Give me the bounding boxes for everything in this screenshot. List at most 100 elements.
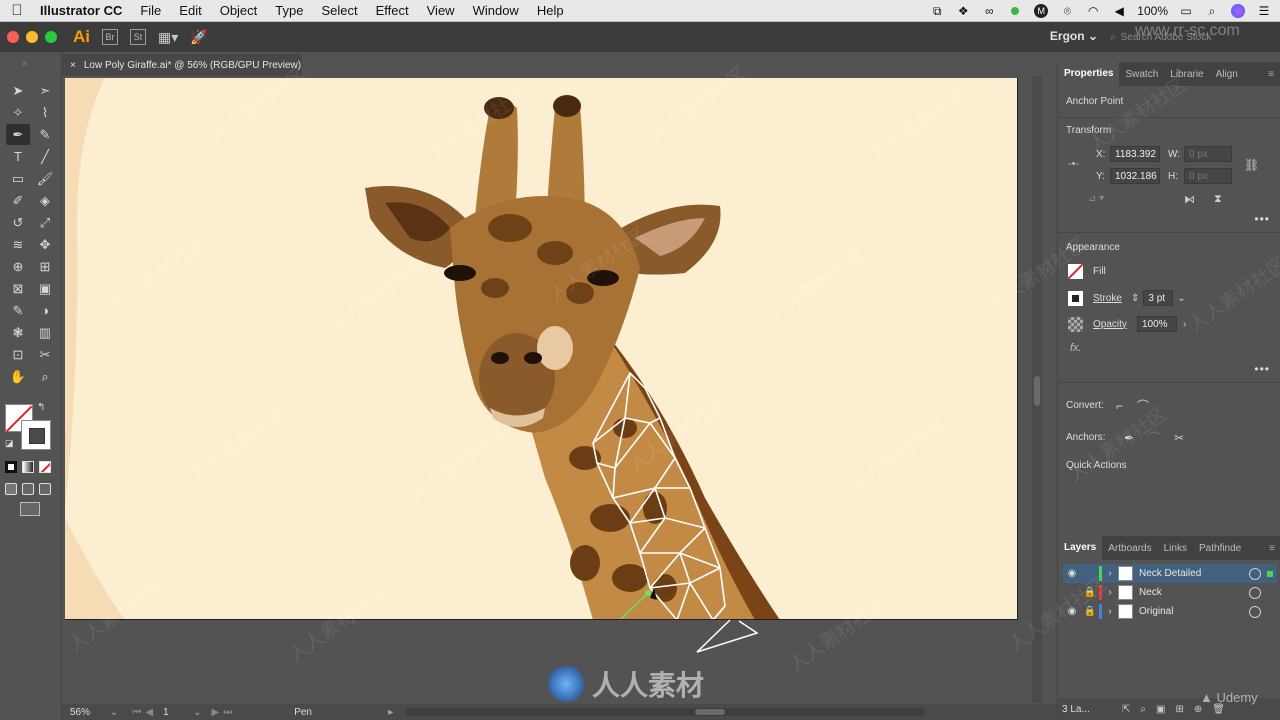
minimize-window-button[interactable] [26,31,38,43]
stroke-stepper-icon[interactable]: ⇕ [1131,293,1139,304]
clipping-mask-icon[interactable]: ▣ [1156,704,1165,715]
tab-properties[interactable]: Properties [1058,62,1120,86]
gradient-mode-icon[interactable] [22,461,34,473]
chevron-right-icon[interactable]: › [1183,319,1186,330]
color-icon[interactable] [5,461,17,473]
anchor-point[interactable] [645,590,651,596]
rotate-icon[interactable]: ↺ [6,212,30,233]
layer-row[interactable]: ◉ 🔒 › Original [1063,602,1277,621]
handle-icon[interactable]: ⌒ [1148,429,1160,446]
creative-cloud-icon[interactable]: ∞ [981,4,997,18]
search-icon[interactable]: ⌕ [1204,4,1220,18]
chevron-down-icon[interactable]: ⌄ [1177,293,1185,304]
toolbar-collapse-icon[interactable]: » [22,58,27,68]
artboard-number[interactable]: 1 [163,707,193,718]
tab-swatches[interactable]: Swatch [1119,69,1164,80]
gradient-icon[interactable]: ▣ [33,278,57,299]
convert-smooth-icon[interactable]: ⌒ [1137,397,1149,414]
menu-file[interactable]: File [131,3,170,18]
menu-select[interactable]: Select [312,3,366,18]
layers-menu-icon[interactable]: ≡ [1263,543,1280,554]
target-circle-icon[interactable] [1249,586,1261,599]
draw-inside-icon[interactable] [39,483,51,495]
scale-icon[interactable]: ⤢ [33,212,57,233]
locate-object-icon[interactable]: ⌕ [1140,704,1146,715]
vertical-scrollbar[interactable] [1032,76,1042,703]
tab-layers[interactable]: Layers [1058,536,1103,560]
menu-effect[interactable]: Effect [367,3,418,18]
eraser-icon[interactable]: ◈ [33,190,57,211]
selection-icon[interactable]: ➤ [6,80,30,101]
stroke-label[interactable]: Stroke [1093,293,1131,304]
target-circle-icon[interactable] [1249,567,1261,580]
h-field[interactable]: 0 px [1184,168,1232,184]
tab-pathfinder[interactable]: Pathfinde [1193,543,1247,554]
default-fill-stroke-icon[interactable]: ◪ [5,438,14,449]
chevron-right-icon[interactable]: › [1102,568,1118,579]
target-circle-icon[interactable] [1249,605,1261,618]
canvas-area[interactable] [62,76,1042,703]
apple-icon[interactable]:  [0,2,34,19]
swap-fill-stroke-icon[interactable]: ↰ [37,402,45,413]
slice-icon[interactable]: ✂ [33,344,57,365]
bridge-button[interactable]: Br [102,29,118,45]
mesh-icon[interactable]: ⊠ [6,278,30,299]
zoom-icon[interactable]: ⌕ [33,366,57,387]
chevron-down-icon[interactable]: ⌄ [193,707,201,718]
close-window-button[interactable] [7,31,19,43]
battery-icon[interactable]: ▭ [1178,4,1194,18]
layer-row[interactable]: 🔒 › Neck [1063,583,1277,602]
tab-align[interactable]: Align [1210,69,1244,80]
menu-help[interactable]: Help [528,3,573,18]
first-artboard-icon[interactable]: ⏮ [132,707,141,718]
fill-none-swatch[interactable] [1068,264,1083,279]
screen-record-icon[interactable]: ⧉ [929,4,945,18]
remove-anchor-icon[interactable]: ✒ [1124,431,1134,445]
opacity-field[interactable]: 100% [1137,316,1177,332]
status-dot-icon[interactable] [1007,4,1023,18]
flip-vertical-icon[interactable]: ⧗ [1214,193,1222,206]
puppet-warp-icon[interactable]: ✥ [33,234,57,255]
type-icon[interactable]: T [6,146,30,167]
menu-object[interactable]: Object [211,3,267,18]
y-field[interactable]: 1032.186 [1110,168,1160,184]
stock-button[interactable]: St [130,29,146,45]
tab-artboards[interactable]: Artboards [1102,543,1157,554]
artboard[interactable] [65,78,1018,620]
menu-app-name[interactable]: Illustrator CC [34,3,131,18]
dropbox-icon[interactable]: ❖ [955,4,971,18]
chevron-down-icon[interactable]: ⌄ [110,707,118,718]
last-artboard-icon[interactable]: ⏭ [223,707,232,718]
menu-type[interactable]: Type [266,3,312,18]
magic-wand-icon[interactable]: ✧ [6,102,30,123]
rotate-angle-field[interactable]: ⊿ ▾ [1088,193,1104,204]
tab-links[interactable]: Links [1158,543,1193,554]
flip-horizontal-icon[interactable]: ⧑ [1184,193,1195,206]
volume-icon[interactable]: ◀ [1111,4,1127,18]
menu-edit[interactable]: Edit [170,3,210,18]
lock-icon[interactable]: 🔒 [1081,606,1099,617]
hand-icon[interactable]: ✋ [6,366,30,387]
draw-behind-icon[interactable] [22,483,34,495]
notifications-icon[interactable]: ☰ [1256,4,1272,18]
chevron-right-icon[interactable]: › [1102,587,1118,598]
shape-builder-icon[interactable]: ⊕ [6,256,30,277]
stroke-swatch-panel[interactable] [1068,290,1083,306]
menu-view[interactable]: View [418,3,464,18]
transform-more-icon[interactable]: ••• [1254,212,1270,226]
shaper-icon[interactable]: ✐ [6,190,30,211]
m-icon[interactable]: M [1033,4,1049,18]
blend-icon[interactable]: ◑ [33,300,57,321]
opacity-label[interactable]: Opacity [1093,319,1137,330]
horizontal-scroll-thumb[interactable] [695,709,726,715]
panel-menu-icon[interactable]: ≡ [1262,69,1280,80]
lasso-icon[interactable]: ⌇ [33,102,57,123]
layer-name[interactable]: Original [1139,606,1249,617]
workspace-switcher[interactable]: Ergon ⌄ [1050,29,1098,43]
close-tab-icon[interactable]: × [70,60,76,71]
scroll-thumb[interactable] [1034,376,1040,406]
width-icon[interactable]: ≋ [6,234,30,255]
delete-layer-icon[interactable]: 🗑 [1212,704,1225,715]
line-icon[interactable]: ╱ [33,146,57,167]
visibility-eye-icon[interactable]: ◉ [1063,606,1081,617]
